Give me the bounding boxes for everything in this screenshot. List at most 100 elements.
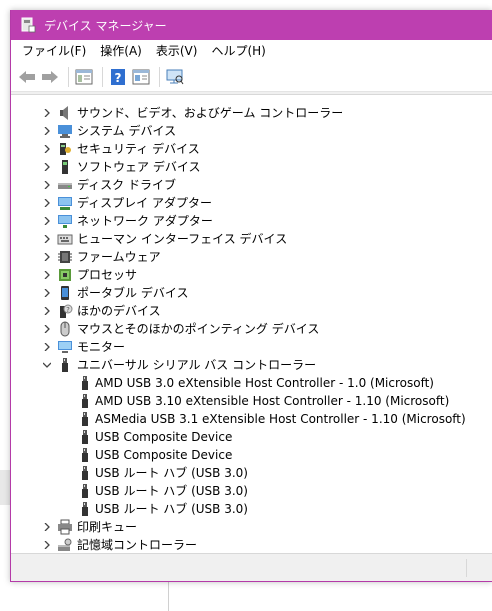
help-icon[interactable]: ? <box>108 67 128 87</box>
usb-device-icon <box>77 375 93 391</box>
disk-drive-icon <box>57 177 73 193</box>
tree-item-label: AMD USB 3.10 eXtensible Host Controller … <box>95 394 450 408</box>
software-device-icon <box>57 159 73 175</box>
device-manager-window: デバイス マネージャー ファイル(F) 操作(A) 表示(V) ヘルプ(H) ?… <box>10 10 492 582</box>
chevron-right-icon[interactable] <box>41 125 53 137</box>
title-bar[interactable]: デバイス マネージャー <box>11 10 492 40</box>
tree-item-label: システム デバイス <box>77 124 177 138</box>
tree-item-label: モニター <box>77 340 126 354</box>
chevron-right-icon[interactable] <box>41 179 53 191</box>
tree-category-row[interactable]: ディスク ドライブ <box>11 176 492 194</box>
tree-item-label: ソフトウェア デバイス <box>77 160 201 174</box>
chevron-right-icon[interactable] <box>41 269 53 281</box>
tree-category-row[interactable]: プロセッサ <box>11 266 492 284</box>
chevron-right-icon[interactable] <box>41 197 53 209</box>
chevron-right-icon[interactable] <box>41 233 53 245</box>
firmware-chip-icon <box>57 249 73 265</box>
tree-item-label: ディスプレイ アダプター <box>77 196 212 210</box>
toolbar-separator <box>159 66 160 87</box>
toolbar: ? <box>11 62 492 92</box>
chevron-right-icon[interactable] <box>41 143 53 155</box>
tree-category-row[interactable]: ファームウェア <box>11 248 492 266</box>
chevron-right-icon[interactable] <box>41 287 53 299</box>
speaker-icon <box>57 105 73 121</box>
tree-category-row[interactable]: ヒューマン インターフェイス デバイス <box>11 230 492 248</box>
tree-item-label: ディスク ドライブ <box>77 178 176 192</box>
chevron-right-icon[interactable] <box>41 521 53 533</box>
tree-item-label: ヒューマン インターフェイス デバイス <box>77 232 288 246</box>
tree-category-row[interactable]: ディスプレイ アダプター <box>11 194 492 212</box>
chevron-right-icon[interactable] <box>41 251 53 263</box>
tree-item-label: ポータブル デバイス <box>77 286 189 300</box>
tree-item-label: マウスとそのほかのポインティング デバイス <box>77 322 320 336</box>
usb-device-icon <box>77 411 93 427</box>
tree-item-label: USB Composite Device <box>95 448 233 462</box>
tree-category-row[interactable]: マウスとそのほかのポインティング デバイス <box>11 320 492 338</box>
tree-category-row[interactable]: ソフトウェア デバイス <box>11 158 492 176</box>
monitor-scan-icon[interactable] <box>165 67 185 87</box>
tree-item-label: プロセッサ <box>77 268 138 282</box>
background-divider <box>168 580 169 611</box>
menu-help[interactable]: ヘルプ(H) <box>204 40 272 62</box>
tree-device-row[interactable]: USB ルート ハブ (USB 3.0) <box>11 500 492 518</box>
usb-device-icon <box>77 429 93 445</box>
tree-category-row[interactable]: ? ほかのデバイス <box>11 302 492 320</box>
monitor-icon <box>57 339 73 355</box>
status-bar-divider <box>466 559 467 577</box>
tree-category-row[interactable]: セキュリティ デバイス <box>11 140 492 158</box>
mouse-icon <box>57 321 73 337</box>
update-driver-icon[interactable] <box>131 67 151 87</box>
chevron-down-icon[interactable] <box>41 359 53 371</box>
chevron-right-icon[interactable] <box>41 323 53 335</box>
tree-category-row[interactable]: モニター <box>11 338 492 356</box>
display-adapter-icon <box>57 195 73 211</box>
tree-device-row[interactable]: USB Composite Device <box>11 428 492 446</box>
usb-device-icon <box>77 501 93 517</box>
network-adapter-icon <box>57 213 73 229</box>
tree-category-row[interactable]: ネットワーク アダプター <box>11 212 492 230</box>
tree-category-row[interactable]: 印刷キュー <box>11 518 492 536</box>
usb-icon <box>57 357 73 373</box>
chevron-right-icon[interactable] <box>41 215 53 227</box>
tree-device-row[interactable]: AMD USB 3.10 eXtensible Host Controller … <box>11 392 492 410</box>
forward-arrow-icon[interactable] <box>40 67 60 87</box>
usb-device-icon <box>77 465 93 481</box>
chevron-right-icon[interactable] <box>41 341 53 353</box>
portable-device-icon <box>57 285 73 301</box>
menu-action[interactable]: 操作(A) <box>93 40 149 62</box>
tree-item-label: USB Composite Device <box>95 430 233 444</box>
unknown-device-icon: ? <box>57 303 73 319</box>
tree-item-label: セキュリティ デバイス <box>77 142 200 156</box>
usb-device-icon <box>77 447 93 463</box>
svg-text:?: ? <box>115 71 122 85</box>
tree-category-row[interactable]: サウンド、ビデオ、およびゲーム コントローラー <box>11 104 492 122</box>
tree-device-row[interactable]: USB ルート ハブ (USB 3.0) <box>11 482 492 500</box>
security-key-icon <box>57 141 73 157</box>
tree-category-row[interactable]: 記憶域コントローラー <box>11 536 492 554</box>
chevron-right-icon[interactable] <box>41 161 53 173</box>
status-bar <box>11 556 492 580</box>
tree-item-label: ファームウェア <box>77 250 161 264</box>
tree-category-row[interactable]: ユニバーサル シリアル バス コントローラー <box>11 356 492 374</box>
tree-device-row[interactable]: USB Composite Device <box>11 446 492 464</box>
back-arrow-icon[interactable] <box>17 67 37 87</box>
tree-category-row[interactable]: システム デバイス <box>11 122 492 140</box>
tree-device-row[interactable]: ASMedia USB 3.1 eXtensible Host Controll… <box>11 410 492 428</box>
hid-icon <box>57 231 73 247</box>
usb-device-icon <box>77 483 93 499</box>
menu-file[interactable]: ファイル(F) <box>15 40 93 62</box>
tree-category-row[interactable]: ポータブル デバイス <box>11 284 492 302</box>
device-tree: サウンド、ビデオ、およびゲーム コントローラーシステム デバイスセキュリティ デ… <box>11 94 492 554</box>
chevron-right-icon[interactable] <box>41 539 53 551</box>
chevron-right-icon[interactable] <box>41 107 53 119</box>
menu-view[interactable]: 表示(V) <box>149 40 205 62</box>
properties-grid-icon[interactable] <box>74 67 94 87</box>
menu-bar: ファイル(F) 操作(A) 表示(V) ヘルプ(H) <box>11 40 492 62</box>
tree-item-label: ASMedia USB 3.1 eXtensible Host Controll… <box>95 412 466 426</box>
storage-controller-icon <box>57 537 73 553</box>
chevron-right-icon[interactable] <box>41 305 53 317</box>
printer-icon <box>57 519 73 535</box>
tree-device-row[interactable]: AMD USB 3.0 eXtensible Host Controller -… <box>11 374 492 392</box>
tree-device-row[interactable]: USB ルート ハブ (USB 3.0) <box>11 464 492 482</box>
usb-device-icon <box>77 393 93 409</box>
